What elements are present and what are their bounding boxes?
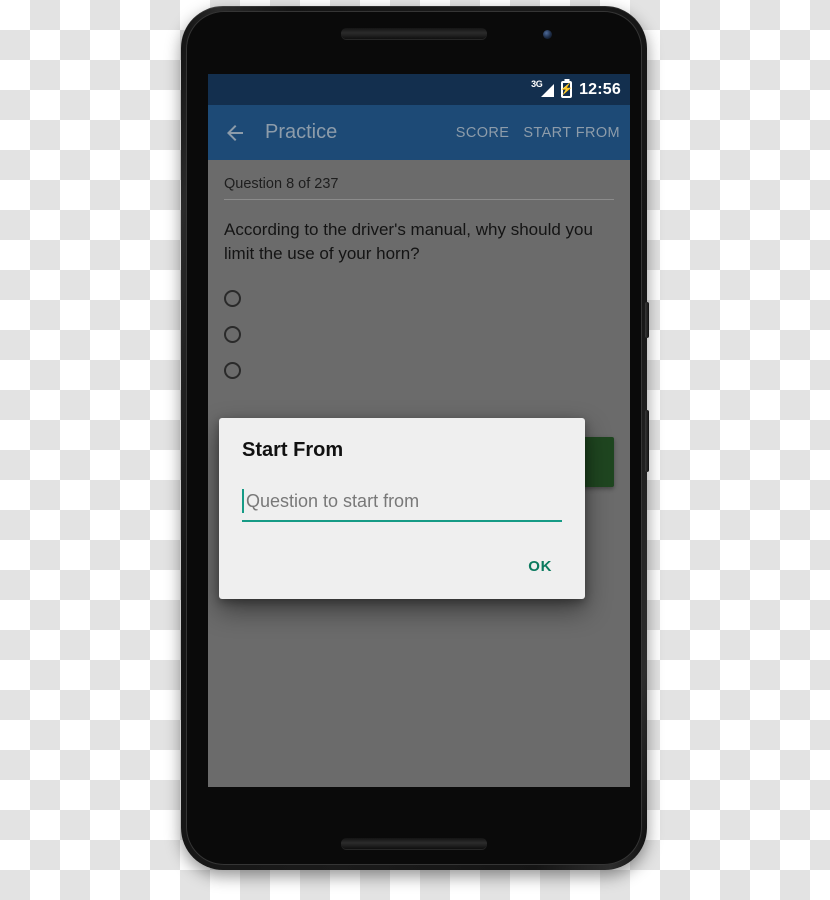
- dialog-input-field[interactable]: Question to start from: [242, 488, 562, 522]
- volume-button[interactable]: [645, 410, 649, 472]
- front-camera-icon: [543, 30, 552, 39]
- radio-button-icon[interactable]: [224, 326, 241, 344]
- page-title: Practice: [265, 121, 338, 143]
- phone-bezel: 3G ⚡ 12:56 Practice SCORE START FROM Que…: [186, 11, 642, 865]
- phone-device: 3G ⚡ 12:56 Practice SCORE START FROM Que…: [181, 6, 649, 870]
- answer-option-row[interactable]: [208, 352, 630, 388]
- back-arrow-icon[interactable]: [222, 120, 248, 146]
- status-bar-clock: 12:56: [579, 80, 621, 98]
- radio-button-icon[interactable]: [224, 290, 241, 308]
- start-from-dialog: Start From Question to start from OK: [219, 418, 585, 599]
- signal-bars-icon: 3G: [531, 79, 555, 98]
- text-cursor: [242, 489, 244, 513]
- answer-option-row[interactable]: [208, 280, 630, 316]
- start-from-input[interactable]: Question to start from: [242, 488, 562, 514]
- question-content: Question 8 of 237 According to the drive…: [208, 160, 630, 787]
- question-text: According to the driver's manual, why sh…: [224, 220, 593, 264]
- battery-charging-icon: ⚡: [559, 81, 574, 98]
- dialog-title: Start From: [242, 439, 344, 461]
- battery-bolt-glyph: ⚡: [559, 83, 574, 95]
- dialog-actions: OK: [242, 552, 562, 591]
- power-button[interactable]: [645, 302, 649, 338]
- radio-button-icon[interactable]: [224, 362, 241, 380]
- answer-option-row[interactable]: [208, 316, 630, 352]
- phone-screen: 3G ⚡ 12:56 Practice SCORE START FROM Que…: [208, 74, 630, 787]
- question-counter: Question 8 of 237: [224, 176, 339, 192]
- status-icons: 3G ⚡ 12:56: [531, 79, 621, 99]
- signal-triangle-shape: [541, 84, 555, 97]
- earpiece-speaker: [341, 28, 487, 39]
- ok-button[interactable]: OK: [518, 552, 562, 581]
- bottom-speaker: [341, 838, 487, 849]
- answer-options-list: [208, 280, 630, 388]
- action-start-from[interactable]: START FROM: [523, 125, 620, 141]
- app-bar-actions: SCORE START FROM: [456, 125, 620, 141]
- app-bar: Practice SCORE START FROM: [208, 105, 630, 160]
- action-score[interactable]: SCORE: [456, 125, 510, 141]
- status-bar: 3G ⚡ 12:56: [208, 74, 630, 105]
